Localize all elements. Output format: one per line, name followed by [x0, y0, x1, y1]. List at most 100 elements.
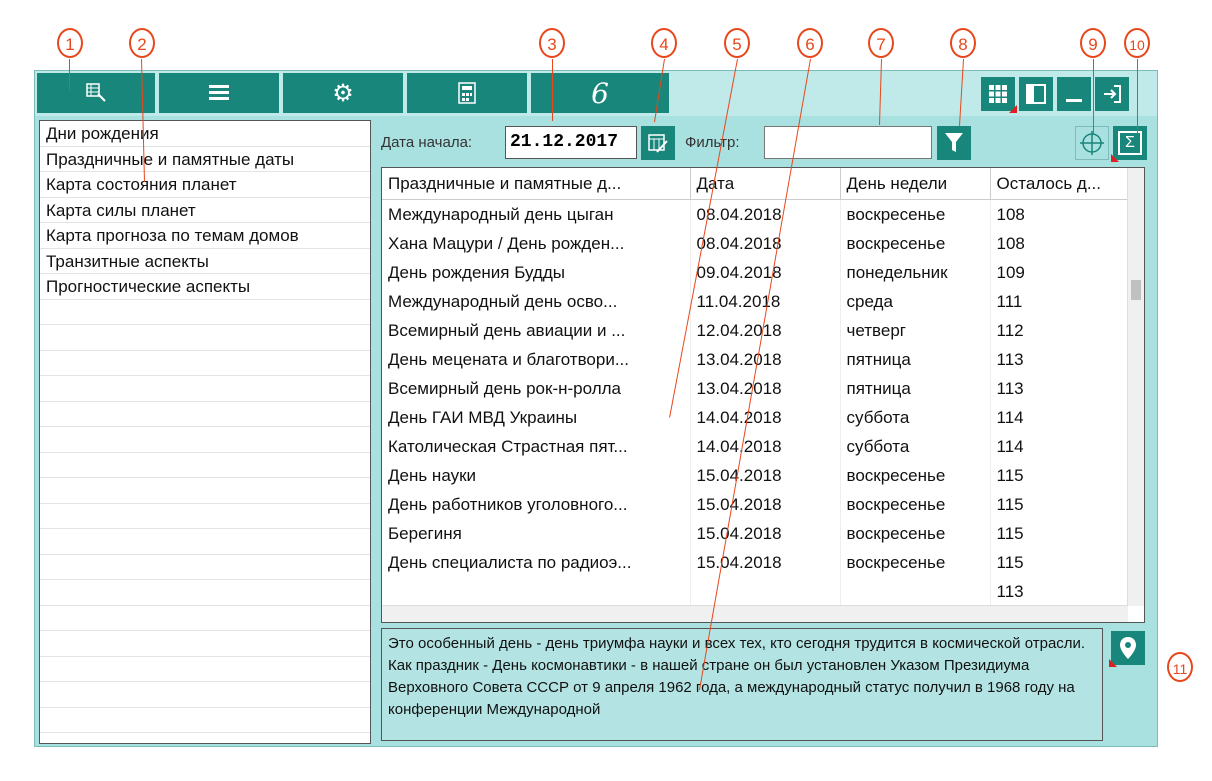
table-cell: 13.04.2018 [690, 345, 841, 374]
table-cell: День мецената и благотвори... [382, 345, 691, 374]
table-cell: 14.04.2018 [690, 403, 841, 432]
calculator-icon [458, 82, 476, 104]
callout-number: 6 [797, 28, 823, 58]
table-cell: 08.04.2018 [690, 229, 841, 258]
empty-list-row [40, 657, 370, 682]
sidebar-item[interactable]: Дни рождения [40, 121, 370, 147]
table-cell: 111 [990, 287, 1131, 316]
table-cell: Международный день цыган [382, 199, 691, 229]
sum-button[interactable]: Σ [1111, 126, 1147, 162]
table-row[interactable]: Хана Мацури / День рожден... 08.04.2018 во… [382, 229, 1131, 258]
table-cell: 114 [990, 432, 1131, 461]
calendar-button[interactable] [641, 126, 675, 160]
chart-table-icon [86, 83, 106, 102]
table-cell: Всемирный день авиации и ... [382, 316, 691, 345]
table-cell: 15.04.2018 [690, 519, 841, 548]
sidebar-item[interactable]: Карта прогноза по темам домов [40, 223, 370, 249]
table-row[interactable]: 113 [382, 577, 1131, 606]
sidebar-item[interactable]: Прогностические аспекты [40, 274, 370, 300]
sidebar-item[interactable]: Карта силы планет [40, 198, 370, 223]
dates-table: Праздничные и памятные д... Дата День не… [381, 167, 1145, 623]
horizontal-scrollbar[interactable] [382, 605, 1128, 622]
app-window: ⚙ 6 Дни рождения Праздничные и памятные … [34, 70, 1158, 747]
empty-list-row [40, 453, 370, 478]
table-cell: пятница [840, 374, 991, 403]
table-cell: 109 [990, 258, 1131, 287]
empty-list-row [40, 325, 370, 351]
panel-layout-button[interactable] [1019, 77, 1053, 111]
corner-marker [1111, 154, 1119, 162]
empty-list-row [40, 504, 370, 529]
table-row[interactable]: Католическая Страстная пят... 14.04.2018 с… [382, 432, 1131, 461]
empty-list-row [40, 427, 370, 453]
table-cell: Католическая Страстная пят... [382, 432, 691, 461]
table-cell: 08.04.2018 [690, 199, 841, 229]
callout-number: 11 [1167, 652, 1193, 682]
start-date-input[interactable]: 21.12.2017 [505, 126, 637, 159]
filter-label: Фильтр: [685, 134, 740, 151]
table-cell: 108 [990, 229, 1131, 258]
table-row[interactable]: День рождения Будды 09.04.2018 понедельник… [382, 258, 1131, 287]
table-cell: 113 [990, 345, 1131, 374]
table-cell: 115 [990, 490, 1131, 519]
tab-settings[interactable]: ⚙ [283, 73, 405, 113]
table-cell: 15.04.2018 [690, 461, 841, 490]
tab-chart-table[interactable] [37, 73, 157, 113]
center-target-button[interactable] [1075, 126, 1109, 160]
callout-leader-line [1093, 59, 1094, 134]
table-row[interactable]: Международный день осво... 11.04.2018 сред… [382, 287, 1131, 316]
table-cell: 13.04.2018 [690, 374, 841, 403]
table-cell: Берегиня [382, 519, 691, 548]
table-row[interactable]: День работников уголовного... 15.04.2018 в… [382, 490, 1131, 519]
table-row[interactable]: День ГАИ МВД Украины 14.04.2018 суббота 114 [382, 403, 1131, 432]
list-icon [209, 85, 229, 100]
empty-list-row [40, 376, 370, 402]
signature-icon: 6 [591, 76, 609, 110]
exit-icon [1104, 85, 1121, 103]
exit-button[interactable] [1095, 77, 1129, 111]
empty-list-row [40, 631, 370, 657]
grid-view-button[interactable] [981, 77, 1017, 113]
callout-leader-line [1137, 59, 1138, 134]
sidebar-item[interactable]: Карта состояния планет [40, 172, 370, 198]
filter-input[interactable] [764, 126, 932, 159]
empty-list-row [40, 708, 370, 733]
table-cell: 115 [990, 519, 1131, 548]
filter-button[interactable] [937, 126, 971, 160]
table-cell [690, 577, 841, 606]
table-cell: 115 [990, 548, 1131, 577]
scroll-thumb[interactable] [1131, 280, 1141, 300]
minimize-button[interactable] [1057, 77, 1091, 111]
table-row[interactable]: Всемирный день рок-н-ролла 13.04.2018 пятн… [382, 374, 1131, 403]
empty-rows [40, 300, 370, 733]
table-cell: 15.04.2018 [690, 490, 841, 519]
callout-leader-line [69, 59, 70, 90]
column-header[interactable]: Праздничные и памятные д... [382, 168, 691, 200]
table-cell: воскресенье [840, 199, 991, 229]
table-row[interactable]: Международный день цыган 08.04.2018 воскре… [382, 199, 1131, 229]
tab-calculator[interactable] [407, 73, 529, 113]
column-header[interactable]: Осталось д... [990, 168, 1131, 200]
table-cell: 108 [990, 199, 1131, 229]
table-cell: 14.04.2018 [690, 432, 841, 461]
table-cell: воскресенье [840, 229, 991, 258]
callout-leader-line [552, 59, 553, 121]
sidebar-item[interactable]: Праздничные и памятные даты [40, 147, 370, 172]
tab-list[interactable] [159, 73, 281, 113]
empty-list-row [40, 529, 370, 555]
table-row[interactable]: Берегиня 15.04.2018 воскресенье 115 [382, 519, 1131, 548]
table-row[interactable]: Всемирный день авиации и ... 12.04.2018 че… [382, 316, 1131, 345]
table-cell: воскресенье [840, 548, 991, 577]
table-row[interactable]: День специалиста по радиоэ... 15.04.2018 в… [382, 548, 1131, 577]
table-row[interactable]: День науки 15.04.2018 воскресенье 115 [382, 461, 1131, 490]
vertical-scrollbar[interactable] [1127, 168, 1144, 606]
empty-list-row [40, 351, 370, 376]
table-cell: суббота [840, 432, 991, 461]
sidebar-item[interactable]: Транзитные аспекты [40, 249, 370, 274]
column-header[interactable]: День недели [840, 168, 991, 200]
crosshair-icon [1080, 131, 1104, 155]
info-pin-button[interactable] [1109, 631, 1145, 667]
empty-list-row [40, 402, 370, 427]
empty-list-row [40, 555, 370, 580]
table-cell: понедельник [840, 258, 991, 287]
